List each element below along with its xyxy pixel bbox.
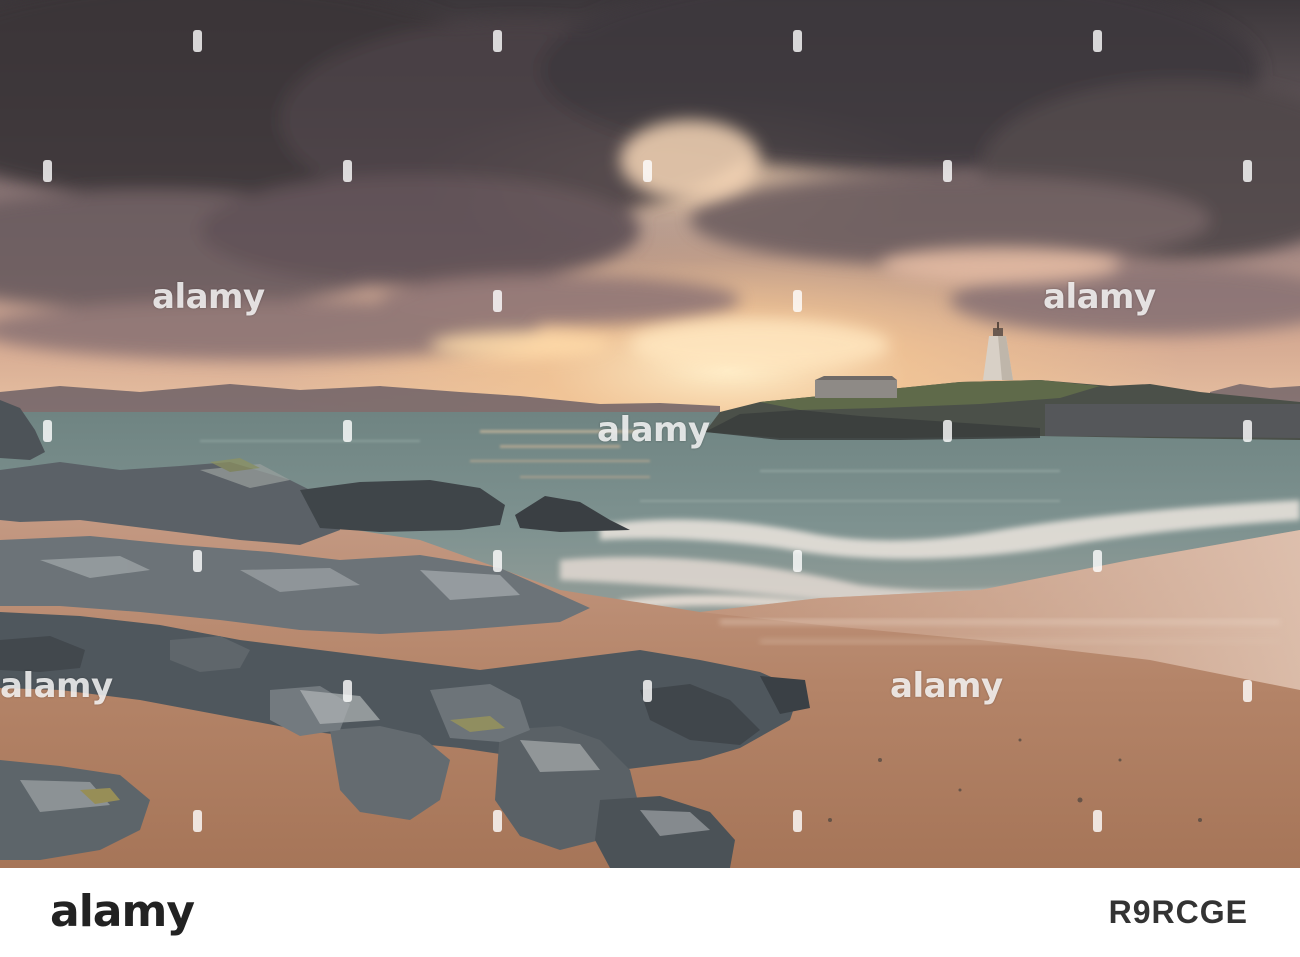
watermark-mark [493,810,502,832]
watermark-mark [493,290,502,312]
footer-bar: alamy R9RCGE [0,868,1300,957]
watermark-text: alamy [152,277,265,317]
watermark-mark [1093,550,1102,572]
watermark-mark [1243,160,1252,182]
watermark-mark [343,680,352,702]
cottage [815,380,897,398]
image-id: R9RCGE [1108,894,1248,930]
watermark-mark [1093,810,1102,832]
watermark-mark [43,160,52,182]
watermark-mark [793,30,802,52]
landscape-photo: alamy alamy alamy alamy alamy [0,0,1300,868]
watermark-mark [793,290,802,312]
watermark-mark [1093,30,1102,52]
watermark-mark [343,160,352,182]
watermark-mark [343,420,352,442]
watermark-mark [193,30,202,52]
watermark-mark [643,680,652,702]
watermark-mark [43,420,52,442]
watermark-mark [493,30,502,52]
watermark-text: alamy [1043,277,1156,317]
watermark-text: alamy [890,666,1003,706]
watermark-mark [643,160,652,182]
watermark-text: alamy [0,666,113,706]
watermark-mark [493,550,502,572]
watermark-mark [943,420,952,442]
watermark-text: alamy [597,410,710,450]
footer-logo: alamy [50,886,195,937]
watermark-mark [943,160,952,182]
watermark-mark [1243,420,1252,442]
watermark-mark [793,810,802,832]
watermark-mark [193,550,202,572]
watermark-mark [1243,680,1252,702]
watermark-mark [793,550,802,572]
watermark-mark [193,810,202,832]
